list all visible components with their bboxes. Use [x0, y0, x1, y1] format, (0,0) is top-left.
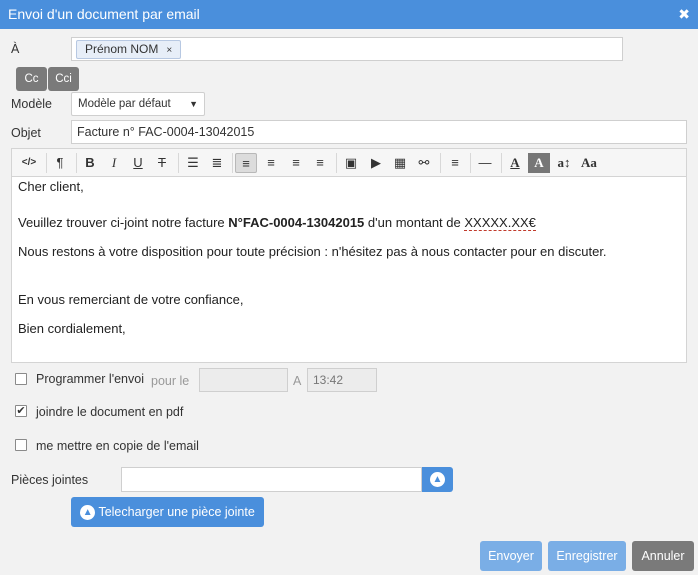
copy-me-checkbox[interactable]: [15, 439, 27, 451]
body-greeting: Cher client,: [18, 179, 84, 194]
numbered-list-icon[interactable]: ≣: [206, 153, 228, 173]
image-icon[interactable]: ▣: [340, 153, 362, 173]
upload-attachment-label: Telecharger une pièce jointe: [98, 505, 255, 519]
copy-me-label: me mettre en copie de l'email: [36, 439, 199, 453]
background-color-icon[interactable]: A: [528, 153, 550, 173]
align-right-icon[interactable]: ≡: [285, 153, 307, 173]
body-line-invoice: Veuillez trouver ci-joint notre facture …: [18, 215, 536, 231]
subject-input[interactable]: Facture n° FAC-0004-13042015: [71, 120, 687, 144]
attachments-label: Pièces jointes: [11, 473, 89, 487]
schedule-label: Programmer l'envoi: [36, 372, 144, 386]
attachment-upload-button[interactable]: ▲: [422, 467, 453, 492]
font-family-icon[interactable]: Aa: [578, 153, 600, 173]
code-view-icon[interactable]: </>: [18, 153, 40, 173]
schedule-time-input[interactable]: 13:42: [307, 368, 377, 392]
bullet-list-icon[interactable]: ☰: [182, 153, 204, 173]
dialog-titlebar: Envoi d'un document par email ✖: [0, 0, 698, 29]
close-icon[interactable]: ✖: [678, 6, 690, 23]
body-closing: Bien cordialement,: [18, 321, 126, 336]
schedule-time-prefix: A: [293, 374, 302, 388]
email-body-editor[interactable]: Cher client, Veuillez trouver ci-joint n…: [11, 176, 687, 363]
subject-label: Objet: [11, 126, 41, 140]
editor-toolbar: </> ¶ B I U T ☰ ≣ ≡ ≡ ≡ ≡ ▣ ▶ ▦ ⚯ ≡ — A …: [11, 148, 687, 176]
schedule-checkbox[interactable]: [15, 373, 27, 385]
template-select-value: Modèle par défaut: [78, 98, 171, 110]
invoice-number: N°FAC-0004-13042015: [228, 215, 365, 230]
underline-icon[interactable]: U: [127, 153, 149, 173]
cancel-button[interactable]: Annuler: [632, 541, 694, 571]
template-select[interactable]: Modèle par défaut ▼: [71, 92, 205, 116]
save-button[interactable]: Enregistrer: [548, 541, 626, 571]
dialog-title: Envoi d'un document par email: [8, 6, 200, 22]
invoice-amount: XXXXX.XX€: [464, 215, 536, 231]
attach-pdf-label: joindre le document en pdf: [36, 405, 184, 419]
send-button[interactable]: Envoyer: [480, 541, 542, 571]
schedule-date-input[interactable]: [199, 368, 288, 392]
italic-icon[interactable]: I: [103, 153, 125, 173]
link-icon[interactable]: ⚯: [413, 153, 435, 173]
horizontal-rule-icon[interactable]: —: [474, 153, 496, 173]
template-label: Modèle: [11, 97, 52, 111]
upload-icon: ▲: [80, 505, 96, 521]
upload-attachment-button[interactable]: ▲ Telecharger une pièce jointe: [71, 497, 264, 527]
video-icon[interactable]: ▶: [365, 153, 387, 173]
to-label: À: [11, 42, 20, 56]
attachment-file-input[interactable]: [121, 467, 422, 492]
recipients-input[interactable]: Prénom NOM ×: [71, 37, 623, 61]
align-center-icon[interactable]: ≡: [260, 153, 282, 173]
table-icon[interactable]: ▦: [389, 153, 411, 173]
attach-pdf-checkbox[interactable]: ✔: [15, 405, 27, 417]
body-line-thanks: En vous remerciant de votre confiance,: [18, 292, 244, 307]
recipient-name: Prénom NOM: [85, 42, 159, 56]
chevron-down-icon: ▼: [189, 99, 198, 109]
schedule-date-prefix: pour le: [151, 374, 190, 388]
recipient-tag: Prénom NOM ×: [76, 40, 182, 59]
line-height-icon[interactable]: ≡: [444, 153, 466, 173]
paragraph-icon[interactable]: ¶: [49, 153, 71, 173]
font-size-icon[interactable]: a↕: [553, 153, 575, 173]
strikethrough-icon[interactable]: T: [151, 153, 173, 173]
cc-button[interactable]: Cc: [16, 67, 47, 91]
remove-recipient-icon[interactable]: ×: [166, 45, 172, 56]
align-left-icon[interactable]: ≡: [235, 153, 257, 173]
justify-icon[interactable]: ≡: [309, 153, 331, 173]
upload-icon: ▲: [430, 472, 445, 488]
bold-icon[interactable]: B: [79, 153, 101, 173]
cci-button[interactable]: Cci: [48, 67, 79, 91]
body-line-disposition: Nous restons à votre disposition pour to…: [18, 244, 607, 259]
text-color-icon[interactable]: A: [504, 153, 526, 173]
